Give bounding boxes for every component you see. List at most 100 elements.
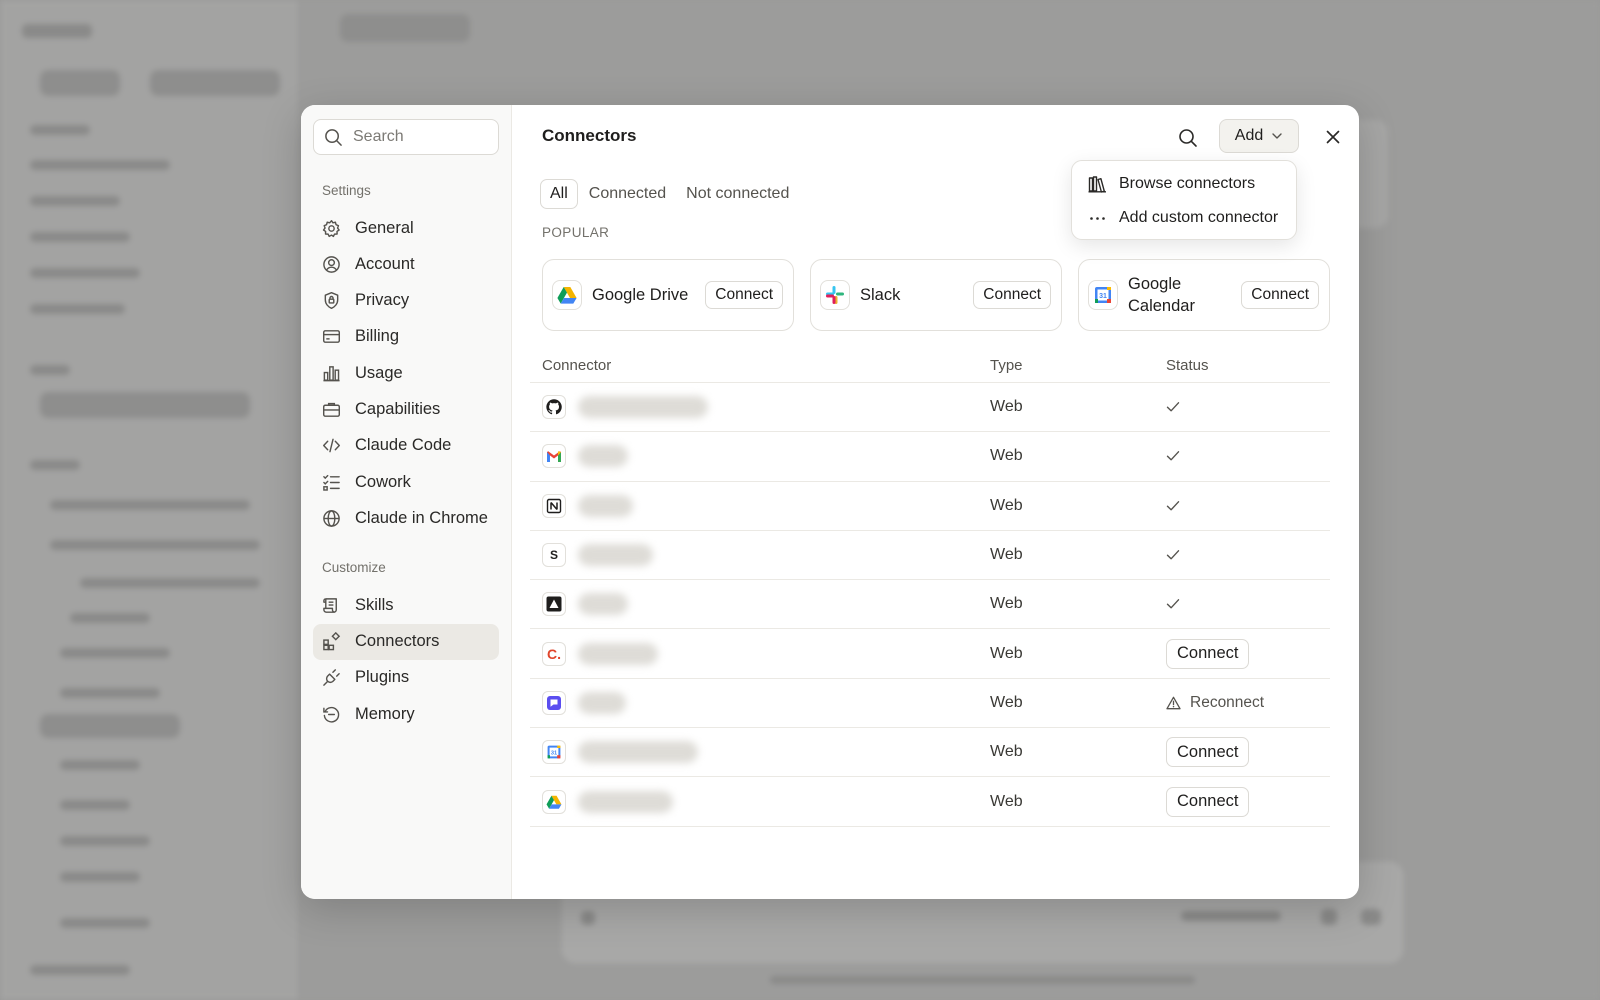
add-button[interactable]: Add [1219,119,1299,153]
connector-name-redacted [578,741,698,764]
settings-group-label: Settings [322,183,371,198]
sidebar-item-label: Memory [355,704,415,723]
menu-item-add-custom-connector[interactable]: Add custom connector [1072,201,1296,235]
sidebar-item-label: General [355,218,414,237]
connector-type: Web [990,398,1023,416]
reconnect-button[interactable]: Reconnect [1166,694,1264,712]
add-dropdown-menu: Browse connectors Add custom connector [1071,160,1297,240]
connector-name-redacted [578,494,633,517]
settings-search[interactable] [313,119,499,155]
s-letter-icon: S [542,543,566,568]
connect-button[interactable]: Connect [973,281,1051,309]
connect-button[interactable]: Connect [1166,786,1250,817]
popular-cards: Google Drive Connect Slack Connect 31 Go… [542,259,1330,331]
chevron-down-icon [1272,133,1282,139]
connector-type: Web [990,546,1023,564]
code-icon [322,438,341,453]
table-row[interactable]: 31 Web Connect [530,728,1330,778]
sidebar-item-cowork[interactable]: Cowork [313,464,499,500]
table-row[interactable]: S Web [530,531,1330,581]
connector-name-redacted [578,593,628,616]
sidebar-item-privacy[interactable]: Privacy [313,283,499,319]
sidebar-item-label: Usage [355,363,403,382]
table-row[interactable]: Web [530,383,1330,433]
sidebar-item-label: Claude in Chrome [355,508,488,527]
sidebar-item-label: Account [355,254,415,273]
connect-button[interactable]: Connect [1241,281,1319,309]
tab-not-connected[interactable]: Not connected [677,179,798,209]
briefcase-icon [322,402,341,417]
customize-group-label: Customize [322,560,386,576]
gmail-icon [542,444,566,469]
table-row[interactable]: Web Connect [530,777,1330,827]
search-icon [1179,129,1197,147]
popular-section-label: POPULAR [542,225,610,240]
connect-button[interactable]: Connect [1166,737,1250,768]
google-calendar-icon: 31 [542,740,566,765]
sidebar-item-skills[interactable]: Skills [313,587,499,623]
background-sidebar [0,0,300,1000]
scroll-icon [323,598,337,613]
check-icon [1166,550,1180,560]
sidebar-item-general[interactable]: General [313,210,499,246]
filter-tabs: All Connected Not connected [540,179,798,209]
google-calendar-icon: 31 [1088,280,1118,310]
table-row[interactable]: Web [530,432,1330,482]
sidebar-item-usage[interactable]: Usage [313,355,499,391]
sidebar-item-claude-code[interactable]: Claude Code [313,428,499,464]
close-icon [1326,130,1340,144]
slack-icon [820,280,850,310]
svg-text:31: 31 [551,751,557,757]
connect-button[interactable]: Connect [705,281,783,309]
connector-type: Web [990,644,1023,662]
page-title: Connectors [542,126,637,145]
popular-card-google-calendar: 31 Google Calendar Connect [1078,259,1330,331]
menu-item-label: Add custom connector [1119,209,1279,226]
github-icon [542,395,566,420]
menu-item-label: Browse connectors [1119,175,1256,192]
sidebar-item-label: Connectors [355,632,440,651]
c-logo-icon: C. [542,641,566,666]
popular-card-name: Slack [860,286,901,304]
table-row[interactable]: Web [530,482,1330,531]
table-row[interactable]: C. Web Connect [530,629,1330,679]
sidebar-item-label: Capabilities [355,399,441,418]
sidebar-item-memory[interactable]: Memory [313,696,499,732]
sidebar-item-account[interactable]: Account [313,246,499,282]
library-icon [1088,175,1106,193]
connector-name-redacted [578,691,626,714]
popular-card-slack: Slack Connect [810,259,1062,331]
sidebar-item-label: Billing [355,327,400,346]
gear-icon [322,219,340,237]
check-icon [1166,402,1180,412]
sidebar-item-connectors[interactable]: Connectors [313,623,499,660]
table-row[interactable]: Web [530,580,1330,630]
globe-icon [323,510,340,527]
table-row[interactable]: Web Reconnect [530,679,1330,729]
connectors-search-button[interactable] [1175,125,1201,151]
sidebar-item-billing[interactable]: Billing [313,319,499,355]
sidebar-item-label: Skills [355,595,394,614]
sidebar-item-capabilities[interactable]: Capabilities [313,391,499,427]
popular-card-name: Google Calendar [1128,275,1195,315]
triangle-logo-icon [542,592,566,617]
connector-type: Web [990,693,1023,711]
close-button[interactable] [1320,124,1346,150]
connect-button[interactable]: Connect [1166,638,1250,669]
connector-type: Web [990,792,1023,810]
warning-triangle-icon [1166,696,1181,710]
tab-connected[interactable]: Connected [580,179,675,209]
sidebar-item-plugins[interactable]: Plugins [313,660,499,696]
tab-all[interactable]: All [540,179,578,209]
notion-icon [542,493,566,518]
sidebar-item-claude-in-chrome[interactable]: Claude in Chrome [313,500,499,536]
sidebar-item-label: Claude Code [355,436,452,455]
connector-type: Web [990,496,1023,514]
menu-item-browse-connectors[interactable]: Browse connectors [1072,167,1296,201]
sidebar-item-label: Cowork [355,472,411,491]
settings-search-input[interactable] [353,128,483,146]
google-drive-icon [552,280,582,310]
column-header-connector: Connector [542,357,612,374]
column-header-type: Type [990,357,1023,374]
popular-card-name: Google Drive [592,286,689,304]
